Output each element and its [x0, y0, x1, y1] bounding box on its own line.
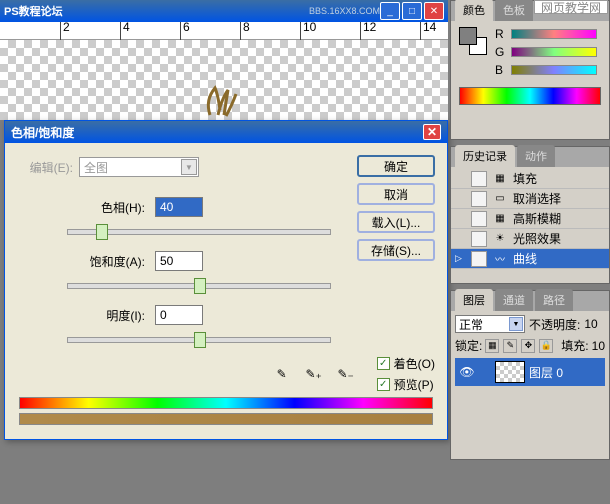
- slider-thumb[interactable]: [194, 278, 206, 294]
- ruler-tick: 10: [300, 22, 316, 40]
- lock-transparency-icon[interactable]: ▦: [485, 339, 499, 353]
- chevron-down-icon: ▼: [181, 159, 197, 175]
- history-panel: 历史记录 动作 ▦填充 ▭取消选择 ▦高斯模糊 ☀光照效果 ▷〰曲线: [450, 146, 610, 284]
- hue-input[interactable]: 40: [155, 197, 203, 217]
- edit-select[interactable]: 全图 ▼: [79, 157, 199, 177]
- fill-label: 填充:: [561, 337, 588, 354]
- r-label: R: [495, 27, 507, 41]
- result-bar: [19, 413, 433, 425]
- opacity-value[interactable]: 10: [584, 317, 597, 331]
- document-title: PS教程论坛: [4, 3, 303, 19]
- lightness-label: 明度(I):: [17, 307, 145, 324]
- edit-label: 编辑(E):: [17, 159, 73, 176]
- document-subtitle: BBS.16XX8.COM: [309, 6, 380, 16]
- visibility-icon[interactable]: 👁: [459, 364, 475, 380]
- foreground-color-swatch[interactable]: [459, 27, 477, 45]
- history-item[interactable]: ▷〰曲线: [451, 249, 609, 269]
- history-item[interactable]: ☀光照效果: [451, 229, 609, 249]
- layers-panel: 图层 通道 路径 正常 ▼ 不透明度: 10 锁定: ▦ ✎ ✥ 🔒: [450, 290, 610, 460]
- ruler-tick: 8: [240, 22, 250, 40]
- document-titlebar: PS教程论坛 BBS.16XX8.COM _ □ ✕: [0, 0, 448, 22]
- tab-swatches[interactable]: 色板: [495, 0, 533, 21]
- tab-layers[interactable]: 图层: [455, 289, 493, 311]
- lock-label: 锁定:: [455, 337, 482, 354]
- cancel-button[interactable]: 取消: [357, 183, 435, 205]
- tab-paths[interactable]: 路径: [535, 289, 573, 311]
- saturation-label: 饱和度(A):: [17, 253, 145, 270]
- r-slider[interactable]: [511, 29, 597, 39]
- eyedropper-minus-icon[interactable]: ✎₋: [337, 365, 355, 383]
- slider-thumb[interactable]: [96, 224, 108, 240]
- color-panel: 颜色 色板 R G B: [450, 0, 610, 140]
- chevron-down-icon: ▼: [509, 317, 523, 331]
- load-button[interactable]: 载入(L)...: [357, 211, 435, 233]
- tab-channels[interactable]: 通道: [495, 289, 533, 311]
- layer-item[interactable]: 👁 图层 0: [455, 358, 605, 386]
- ruler-tick: 2: [60, 22, 70, 40]
- fill-value[interactable]: 10: [592, 339, 605, 353]
- lock-all-icon[interactable]: 🔒: [539, 339, 553, 353]
- watermark: 网页教学网: [534, 0, 608, 14]
- colorize-checkbox[interactable]: ✓着色(O): [377, 355, 435, 372]
- b-slider[interactable]: [511, 65, 597, 75]
- edit-select-value: 全图: [84, 159, 108, 176]
- canvas[interactable]: [0, 40, 448, 120]
- ruler-tick: 12: [360, 22, 376, 40]
- dialog-titlebar[interactable]: 色相/饱和度 ✕: [5, 121, 447, 143]
- save-button[interactable]: 存储(S)...: [357, 239, 435, 261]
- color-swatches[interactable]: [459, 27, 487, 55]
- eyedropper-icon[interactable]: ✎: [273, 365, 291, 383]
- spectrum-bar: [19, 397, 433, 409]
- lock-pixels-icon[interactable]: ✎: [503, 339, 517, 353]
- g-slider[interactable]: [511, 47, 597, 57]
- history-item[interactable]: ▭取消选择: [451, 189, 609, 209]
- dialog-title: 色相/饱和度: [11, 124, 74, 141]
- saturation-input[interactable]: 50: [155, 251, 203, 271]
- lightness-slider[interactable]: [67, 337, 331, 343]
- document-window: PS教程论坛 BBS.16XX8.COM _ □ ✕ 2 4 6 8 10 12…: [0, 0, 448, 120]
- lock-position-icon[interactable]: ✥: [521, 339, 535, 353]
- b-label: B: [495, 63, 507, 77]
- eyedropper-plus-icon[interactable]: ✎₊: [305, 365, 323, 383]
- ruler-tick: 6: [180, 22, 190, 40]
- preview-checkbox[interactable]: ✓预览(P): [377, 376, 435, 393]
- minimize-button[interactable]: _: [380, 2, 400, 20]
- layer-thumbnail[interactable]: [495, 361, 525, 383]
- g-label: G: [495, 45, 507, 59]
- horizontal-ruler: 2 4 6 8 10 12 14: [0, 22, 448, 40]
- maximize-button[interactable]: □: [402, 2, 422, 20]
- blend-mode-select[interactable]: 正常 ▼: [455, 315, 525, 333]
- close-button[interactable]: ✕: [424, 2, 444, 20]
- hue-slider[interactable]: [67, 229, 331, 235]
- color-spectrum[interactable]: [459, 87, 601, 105]
- lightness-input[interactable]: 0: [155, 305, 203, 325]
- history-item[interactable]: ▦填充: [451, 169, 609, 189]
- tab-color[interactable]: 颜色: [455, 0, 493, 21]
- history-item[interactable]: ▦高斯模糊: [451, 209, 609, 229]
- hue-label: 色相(H):: [17, 199, 145, 216]
- opacity-label: 不透明度:: [529, 316, 580, 333]
- tab-history[interactable]: 历史记录: [455, 145, 515, 167]
- layer-name[interactable]: 图层 0: [529, 364, 563, 381]
- tab-actions[interactable]: 动作: [517, 145, 555, 167]
- ruler-tick: 4: [120, 22, 130, 40]
- slider-thumb[interactable]: [194, 332, 206, 348]
- ruler-tick: 14: [420, 22, 436, 40]
- hue-saturation-dialog: 色相/饱和度 ✕ 编辑(E): 全图 ▼ 色相(H): 40 饱和度(A): 5…: [4, 120, 448, 440]
- dialog-close-button[interactable]: ✕: [423, 124, 441, 140]
- saturation-slider[interactable]: [67, 283, 331, 289]
- canvas-artwork: [200, 80, 240, 120]
- ok-button[interactable]: 确定: [357, 155, 435, 177]
